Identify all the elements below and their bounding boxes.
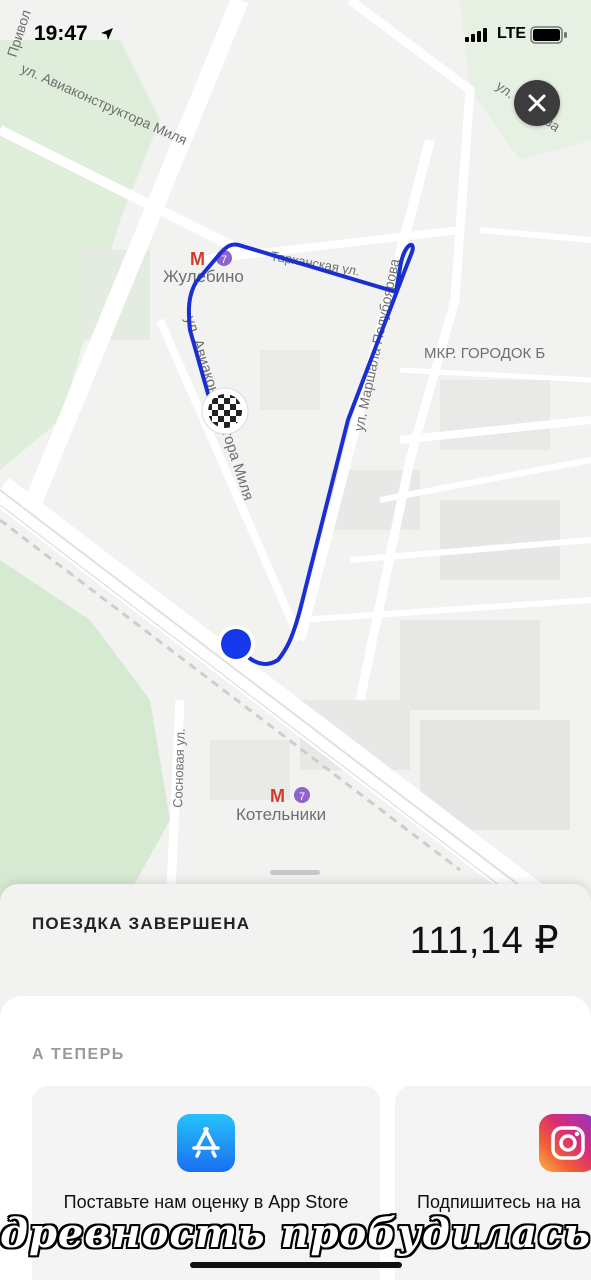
app-store-icon bbox=[177, 1114, 235, 1172]
district-label: МКР. ГОРОДОК Б bbox=[424, 345, 545, 362]
home-indicator[interactable] bbox=[190, 1262, 402, 1268]
close-icon bbox=[528, 94, 546, 112]
svg-text:7: 7 bbox=[299, 791, 305, 803]
signal-icon bbox=[465, 28, 487, 42]
svg-text:M: M bbox=[270, 786, 285, 806]
close-button[interactable] bbox=[514, 80, 560, 126]
svg-text:M: M bbox=[190, 249, 205, 269]
trip-price: 111,14 ₽ bbox=[409, 920, 559, 962]
status-time: 19:47 bbox=[34, 22, 88, 45]
overlay-caption: древность пробудилась bbox=[0, 1210, 591, 1257]
sheet-grabber[interactable] bbox=[270, 870, 320, 875]
status-bar: 19:47 LTE bbox=[0, 0, 591, 70]
start-point-icon bbox=[217, 625, 255, 663]
battery-icon bbox=[530, 26, 567, 44]
svg-text:Жулебино: Жулебино bbox=[163, 267, 244, 286]
section-title: А ТЕПЕРЬ bbox=[32, 1046, 125, 1063]
finish-flag-icon bbox=[201, 387, 249, 435]
instagram-icon bbox=[539, 1114, 591, 1172]
network-type: LTE bbox=[497, 25, 527, 42]
street-label: Сосновая ул. bbox=[170, 728, 188, 808]
location-arrow-icon bbox=[101, 28, 113, 40]
trip-status: ПОЕЗДКА ЗАВЕРШЕНА bbox=[32, 914, 251, 933]
svg-text:7: 7 bbox=[221, 254, 227, 266]
route-map[interactable]: Привол ул. Авиаконструктора Миля ул. Ави… bbox=[0, 0, 591, 910]
svg-text:Котельники: Котельники bbox=[236, 805, 326, 824]
